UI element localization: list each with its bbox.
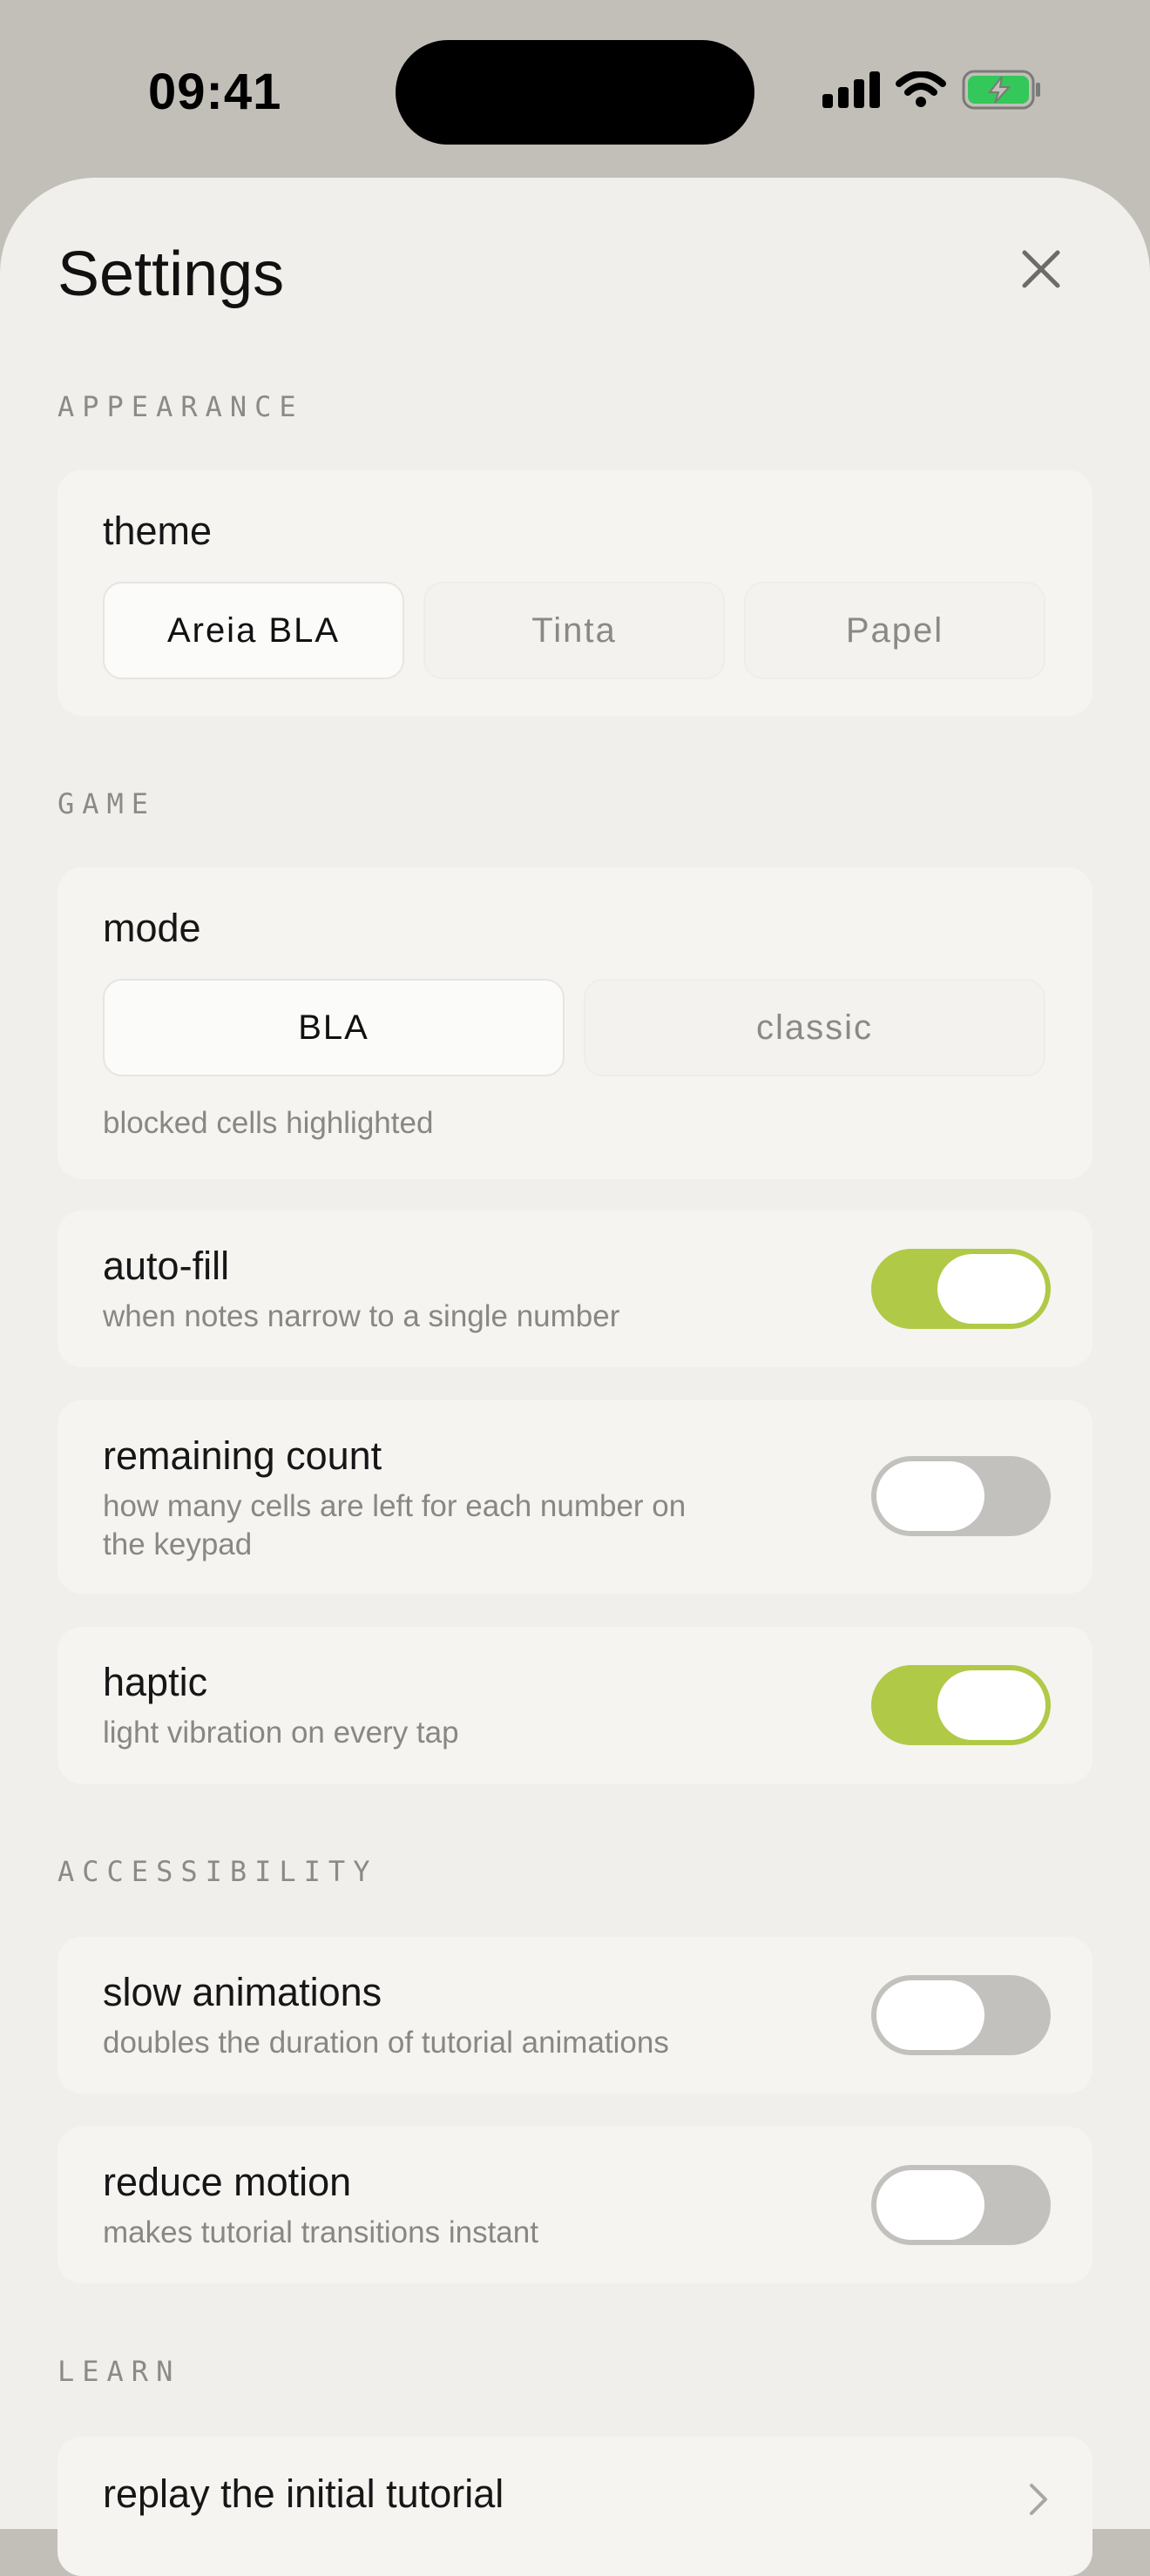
reduce-motion-description: makes tutorial transitions instant: [103, 2215, 538, 2249]
theme-card: theme Areia BLA Tinta Papel: [58, 470, 1092, 716]
replay-tutorial-row[interactable]: replay the initial tutorial: [58, 2437, 1092, 2576]
section-label-accessibility: ACCESSIBILITY: [58, 1855, 378, 1888]
close-button[interactable]: [1011, 239, 1072, 300]
wifi-icon: [896, 70, 946, 112]
section-label-appearance: APPEARANCE: [58, 390, 304, 423]
status-icons: [822, 70, 1042, 113]
section-label-game: GAME: [58, 787, 157, 820]
remaining-count-row: remaining count how many cells are left …: [58, 1400, 1092, 1594]
mode-option-bla[interactable]: BLA: [103, 979, 565, 1076]
remaining-count-description-line2: the keypad: [103, 1527, 253, 1561]
autofill-toggle[interactable]: [871, 1249, 1051, 1329]
haptic-title: haptic: [103, 1660, 208, 1704]
battery-charging-icon: [962, 70, 1042, 114]
toggle-knob: [876, 2170, 984, 2240]
remaining-count-toggle[interactable]: [871, 1456, 1051, 1536]
haptic-row: haptic light vibration on every tap: [58, 1627, 1092, 1784]
theme-option-tinta[interactable]: Tinta: [423, 582, 725, 679]
haptic-description: light vibration on every tap: [103, 1716, 459, 1750]
toggle-knob: [937, 1254, 1045, 1324]
toggle-knob: [937, 1670, 1045, 1740]
theme-option-papel[interactable]: Papel: [744, 582, 1045, 679]
haptic-toggle[interactable]: [871, 1665, 1051, 1745]
toggle-knob: [876, 1980, 984, 2050]
close-icon: [1022, 250, 1060, 288]
autofill-title: auto-fill: [103, 1244, 230, 1288]
page-title: Settings: [58, 239, 285, 309]
reduce-motion-row: reduce motion makes tutorial transitions…: [58, 2127, 1092, 2283]
slow-animations-row: slow animations doubles the duration of …: [58, 1937, 1092, 2094]
reduce-motion-title: reduce motion: [103, 2160, 352, 2204]
slow-animations-description: doubles the duration of tutorial animati…: [103, 2026, 669, 2060]
remaining-count-title: remaining count: [103, 1433, 382, 1478]
slow-animations-toggle[interactable]: [871, 1975, 1051, 2055]
mode-title: mode: [103, 906, 201, 950]
dynamic-island: [396, 40, 754, 145]
mode-card: mode BLA classic blocked cells highlight…: [58, 867, 1092, 1179]
toggle-knob: [876, 1461, 984, 1531]
status-time: 09:41: [148, 64, 282, 120]
theme-title: theme: [103, 509, 213, 553]
reduce-motion-toggle[interactable]: [871, 2165, 1051, 2245]
remaining-count-description-line1: how many cells are left for each number …: [103, 1489, 687, 1523]
status-bar: 09:41: [0, 0, 1150, 174]
mode-option-classic[interactable]: classic: [584, 979, 1045, 1076]
mode-description: blocked cells highlighted: [103, 1106, 434, 1140]
section-label-learn: LEARN: [58, 2355, 181, 2388]
theme-option-areia-bla[interactable]: Areia BLA: [103, 582, 404, 679]
settings-sheet: Settings APPEARANCE theme Areia BLA Tint…: [0, 178, 1150, 2576]
cellular-signal-icon: [822, 71, 880, 112]
replay-tutorial-title: replay the initial tutorial: [103, 2471, 504, 2516]
autofill-row: auto-fill when notes narrow to a single …: [58, 1210, 1092, 1367]
slow-animations-title: slow animations: [103, 1970, 382, 2014]
autofill-description: when notes narrow to a single number: [103, 1299, 620, 1333]
chevron-right-icon: [1030, 2484, 1047, 2515]
